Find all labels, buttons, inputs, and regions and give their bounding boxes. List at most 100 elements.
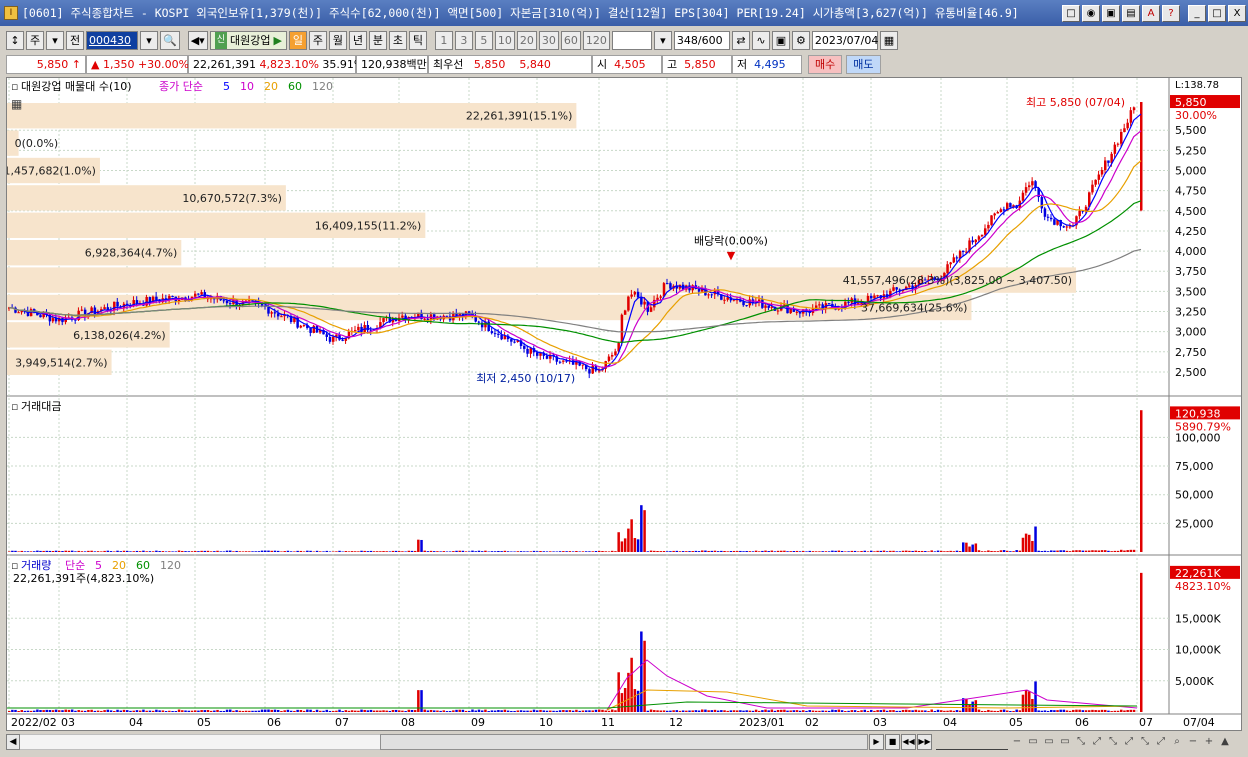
- box-icon[interactable]: ▭: [1026, 734, 1040, 750]
- arrows-icon[interactable]: ⤢: [1154, 734, 1168, 750]
- box-icon[interactable]: ▭: [1058, 734, 1072, 750]
- screen-button[interactable]: ▣: [1102, 4, 1120, 22]
- amount-bar: [770, 550, 774, 552]
- volume-bar: [116, 709, 119, 712]
- scroll-thumb[interactable]: [380, 734, 868, 750]
- gear-icon[interactable]: ⚙: [791, 30, 810, 50]
- volume-bar: [350, 710, 354, 712]
- arrows-icon[interactable]: ⤡: [1106, 734, 1120, 750]
- interval-5[interactable]: 5: [474, 30, 493, 50]
- amount-bar: [588, 551, 591, 552]
- amount-bar: [309, 550, 312, 552]
- candle-body: [1107, 160, 1110, 163]
- date-input[interactable]: 2023/07/04: [811, 30, 878, 50]
- interval-120[interactable]: 120: [582, 30, 610, 50]
- stock-chart[interactable]: 2022/02 03 04 05 06 07 08 09 10 11 12 2023/01 02 03 04…: [7, 78, 1241, 730]
- interval-20[interactable]: 20: [516, 30, 537, 50]
- period-second[interactable]: 초: [388, 30, 407, 50]
- price-y-tick: 4,000: [1175, 245, 1207, 258]
- market-select[interactable]: 주: [26, 30, 44, 50]
- arrows-icon[interactable]: ⤡: [1074, 734, 1088, 750]
- chevron-down-icon[interactable]: ▾: [653, 30, 672, 50]
- mode-select[interactable]: 전: [66, 30, 84, 50]
- stock-code-input[interactable]: 000430: [86, 30, 138, 50]
- chart-area[interactable]: 2022/02 03 04 05 06 07 08 09 10 11 12 2023/01 02 03 04…: [6, 77, 1242, 731]
- play-icon[interactable]: ▶: [869, 734, 884, 750]
- plus-icon[interactable]: +: [1202, 734, 1216, 750]
- stock-name-box[interactable]: 신 대원강업 ▶: [209, 30, 287, 50]
- volume-bar: [184, 710, 187, 712]
- arrows-icon[interactable]: ⤢: [1090, 734, 1104, 750]
- interval-30[interactable]: 30: [538, 30, 559, 50]
- volume-bar: [536, 710, 539, 712]
- line-chart-icon[interactable]: ∿: [751, 30, 770, 50]
- rewind-icon[interactable]: ◀◀: [901, 734, 916, 750]
- period-tick[interactable]: 틱: [408, 30, 427, 50]
- scroll-track[interactable]: [20, 734, 380, 750]
- font-button[interactable]: A: [1142, 4, 1160, 22]
- period-day[interactable]: 일: [288, 30, 307, 50]
- minus-icon[interactable]: −: [1010, 734, 1024, 750]
- count-input[interactable]: 348/600: [673, 30, 730, 50]
- volume-bar: [372, 710, 376, 712]
- close-button[interactable]: X: [1228, 4, 1246, 22]
- period-minute[interactable]: 분: [368, 30, 387, 50]
- candle-body: [328, 336, 332, 342]
- amount-bar: [949, 550, 952, 552]
- chevron-down-icon[interactable]: ▾: [140, 30, 158, 50]
- period-month[interactable]: 월: [328, 30, 347, 50]
- info-icon[interactable]: ↕: [6, 30, 24, 50]
- volume-bar: [391, 710, 395, 712]
- amount-bar: [656, 551, 659, 552]
- sell-button[interactable]: 매도: [846, 54, 881, 74]
- search-icon[interactable]: 🔍: [160, 30, 180, 50]
- forward-icon[interactable]: ▶▶: [917, 734, 932, 750]
- amount-bar: [293, 551, 296, 552]
- magnify-icon[interactable]: ⌕: [1170, 734, 1184, 750]
- minimize-button[interactable]: _: [1188, 4, 1206, 22]
- arrows-icon[interactable]: ⤡: [1138, 734, 1152, 750]
- interval-60[interactable]: 60: [560, 30, 581, 50]
- volume-bar: [857, 711, 860, 712]
- volume-bar: [325, 709, 329, 712]
- amount-bar: [990, 550, 993, 552]
- help-button[interactable]: ?: [1162, 4, 1180, 22]
- link-button[interactable]: □: [1062, 4, 1080, 22]
- save-icon[interactable]: ▣: [771, 30, 790, 50]
- maximize-button[interactable]: □: [1208, 4, 1226, 22]
- calendar-icon[interactable]: ▦: [879, 30, 898, 50]
- zoom-slider[interactable]: [936, 734, 1008, 750]
- stop-icon[interactable]: ■: [885, 734, 900, 750]
- amount-bar: [726, 551, 729, 552]
- speaker-icon[interactable]: ◀▾: [187, 30, 208, 50]
- period-week[interactable]: 주: [308, 30, 327, 50]
- amount-bar: [870, 550, 873, 552]
- box-icon[interactable]: ▭: [1042, 734, 1056, 750]
- amount-bar: [64, 550, 67, 552]
- buy-button[interactable]: 매수: [808, 54, 843, 74]
- amount-bar: [148, 551, 152, 552]
- chevron-down-icon[interactable]: ▾: [46, 30, 64, 50]
- up-arrow-icon: ↑: [71, 57, 81, 71]
- settings-button[interactable]: ◉: [1082, 4, 1100, 22]
- arrows-icon[interactable]: ⇄: [731, 30, 750, 50]
- volume-bar: [691, 710, 694, 712]
- interval-3[interactable]: 3: [454, 30, 473, 50]
- amount-bar: [129, 551, 132, 552]
- arrows-icon[interactable]: ⤢: [1122, 734, 1136, 750]
- layout-button[interactable]: ▤: [1122, 4, 1140, 22]
- volume-bar: [984, 711, 987, 712]
- scroll-left-icon[interactable]: ◀: [6, 734, 20, 750]
- interval-1[interactable]: 1: [434, 30, 453, 50]
- interval-10[interactable]: 10: [494, 30, 515, 50]
- amount-bar: [468, 551, 471, 552]
- volume-bar: [126, 710, 129, 712]
- amount-bar: [666, 551, 669, 552]
- period-year[interactable]: 년: [348, 30, 367, 50]
- volume-bar: [761, 710, 764, 712]
- interval-input[interactable]: [611, 30, 652, 50]
- scroll-right-icon[interactable]: ▲: [1218, 734, 1232, 750]
- amount-bar: [678, 551, 682, 552]
- minus-icon[interactable]: −: [1186, 734, 1200, 750]
- amount-bar: [834, 550, 837, 552]
